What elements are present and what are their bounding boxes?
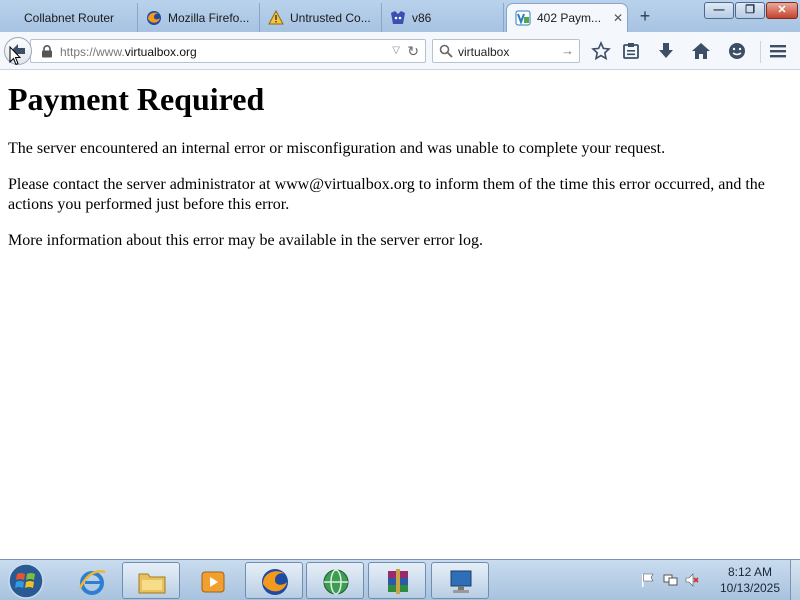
- show-desktop-button[interactable]: [790, 560, 800, 600]
- winrar-archive-icon: [388, 569, 408, 594]
- search-bar[interactable]: virtualbox →: [432, 39, 580, 63]
- tab-strip: Collabnet Router Mozilla Firefo... Untru…: [0, 0, 800, 32]
- url-text: https://www.virtualbox.org: [60, 45, 197, 59]
- tab-untrusted-connection[interactable]: Untrusted Co...: [260, 3, 382, 32]
- menu-hamburger-icon[interactable]: [768, 41, 788, 61]
- taskbar-clock[interactable]: 8:12 AM 10/13/2025: [716, 564, 784, 596]
- system-tray: [640, 572, 700, 588]
- bookmark-star-icon[interactable]: [591, 41, 611, 61]
- network-icon[interactable]: [662, 572, 678, 588]
- window-controls: — ❐ ✕: [704, 2, 798, 19]
- taskbar-winrar[interactable]: [368, 562, 426, 599]
- mouse-cursor-icon: [9, 46, 21, 66]
- error-paragraph-3: More information about this error may be…: [8, 232, 483, 249]
- close-button[interactable]: ✕: [766, 2, 798, 19]
- warning-icon: [268, 9, 284, 24]
- volume-muted-icon[interactable]: [684, 572, 700, 588]
- reload-icon[interactable]: ↻: [407, 43, 419, 60]
- tab-close-icon[interactable]: ✕: [613, 11, 623, 25]
- tab-label: Untrusted Co...: [290, 10, 371, 25]
- navigation-toolbar: https://www.virtualbox.org ▽ ↻ virtualbo…: [0, 32, 800, 70]
- tab-402-payment-required[interactable]: 402 Paym... ✕: [506, 3, 628, 32]
- clock-time: 8:12 AM: [727, 565, 773, 579]
- firefox-icon: [262, 569, 288, 595]
- action-center-flag-icon[interactable]: [640, 572, 656, 588]
- taskbar-file-explorer[interactable]: [122, 562, 180, 599]
- maximize-button[interactable]: ❐: [735, 2, 765, 19]
- firefox-icon: [147, 10, 161, 25]
- computer-monitor-icon: [450, 570, 472, 593]
- folder-icon: [138, 573, 166, 594]
- url-bar[interactable]: https://www.virtualbox.org ▽ ↻: [30, 39, 426, 63]
- error-paragraph-1: The server encountered an internal error…: [8, 140, 666, 157]
- tab-label: Mozilla Firefo...: [168, 10, 250, 25]
- error-paragraph-2: Please contact the server administrator …: [8, 176, 765, 213]
- url-scheme: https://www.: [60, 45, 125, 59]
- clock-date: 10/13/2025: [719, 581, 781, 595]
- hello-chat-icon[interactable]: [727, 41, 747, 61]
- history-dropdown-icon[interactable]: ▽: [392, 45, 400, 56]
- taskbar-network-app[interactable]: [306, 562, 364, 599]
- lock-icon: [42, 45, 52, 58]
- internet-explorer-icon: [78, 570, 106, 595]
- v86-icon: [391, 10, 405, 24]
- page-heading: Payment Required: [8, 81, 265, 117]
- taskbar: 8:12 AM 10/13/2025: [0, 559, 800, 600]
- search-icon: [439, 44, 453, 58]
- page-content: Payment Required The server encountered …: [0, 71, 800, 559]
- taskbar-internet-explorer[interactable]: [62, 562, 120, 599]
- toolbar-separator: [760, 41, 761, 63]
- tab-v86[interactable]: v86: [382, 3, 504, 32]
- media-player-icon: [201, 571, 225, 593]
- url-host: virtualbox.org: [124, 45, 197, 59]
- tab-mozilla-firefox[interactable]: Mozilla Firefo...: [138, 3, 260, 32]
- taskbar-firefox[interactable]: [245, 562, 303, 599]
- tab-label: 402 Paym...: [537, 11, 602, 25]
- search-go-icon[interactable]: →: [561, 43, 574, 58]
- globe-network-icon: [323, 569, 349, 595]
- home-icon[interactable]: [691, 41, 711, 61]
- tab-label: Collabnet Router: [24, 10, 115, 25]
- minimize-button[interactable]: —: [704, 2, 734, 19]
- search-query: virtualbox: [458, 45, 510, 59]
- taskbar-remote-desktop[interactable]: [431, 562, 489, 599]
- taskbar-media-player[interactable]: [183, 562, 241, 599]
- tab-label: v86: [412, 10, 432, 25]
- tab-collabnet-router[interactable]: Collabnet Router: [0, 3, 138, 32]
- downloads-icon[interactable]: [656, 41, 676, 61]
- windows-start-icon[interactable]: [6, 562, 46, 600]
- new-tab-button[interactable]: +: [634, 5, 656, 27]
- bookmarks-menu-icon[interactable]: [621, 41, 641, 61]
- virtualbox-icon: [515, 10, 531, 26]
